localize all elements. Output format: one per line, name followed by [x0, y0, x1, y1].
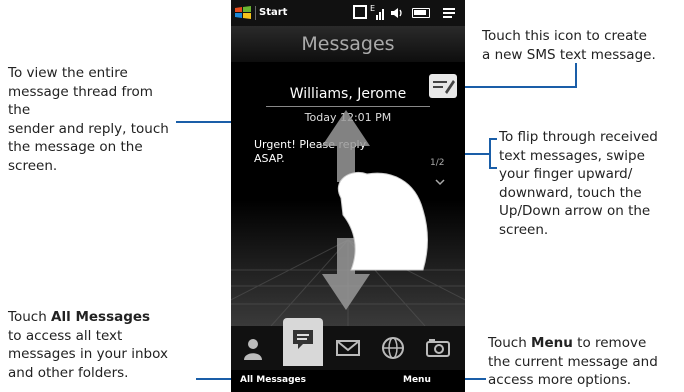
- leader-line: [489, 167, 497, 169]
- leader-line: [575, 63, 577, 88]
- compose-sms-icon[interactable]: [429, 74, 457, 98]
- callout-line: message thread from the: [8, 83, 153, 119]
- softkey-bar: All Messages Menu: [231, 370, 465, 392]
- callout-line: the current message and: [488, 353, 658, 370]
- callout-bold: All Messages: [51, 309, 151, 325]
- callout-line: messages in your inbox: [8, 346, 168, 362]
- callout-line: your finger upward/: [499, 166, 633, 182]
- callout-line: and other folders.: [8, 364, 129, 381]
- leader-line: [489, 138, 491, 169]
- callout-view-thread: To view the entire message thread from t…: [8, 64, 178, 175]
- photos-icon[interactable]: [425, 338, 451, 358]
- callout-line: To view the entire: [8, 65, 128, 81]
- callout-menu: Touch Menu to remove the current message…: [488, 334, 684, 390]
- callout-line: screen.: [8, 157, 58, 174]
- callout-line: sender and reply, touch: [8, 120, 169, 137]
- email-icon[interactable]: [335, 338, 361, 358]
- divider: [266, 106, 430, 107]
- page-title: Messages: [231, 26, 465, 62]
- sender-name: Williams, Jerome: [289, 86, 407, 102]
- callout-line: the message on the: [8, 139, 143, 155]
- callout-line: Up/Down arrow on the: [499, 203, 651, 219]
- callout-bold: Menu: [531, 335, 573, 351]
- callout-text: Touch: [488, 335, 532, 351]
- leader-line: [460, 86, 577, 88]
- menu-softkey[interactable]: Menu: [403, 375, 431, 385]
- callout-line: Touch this icon to create: [482, 28, 647, 44]
- data-connection-icon[interactable]: [353, 5, 367, 19]
- callout-line: text messages, swipe: [499, 147, 645, 164]
- people-icon[interactable]: [241, 336, 265, 360]
- volume-icon[interactable]: [389, 5, 405, 21]
- leader-line: [489, 138, 497, 140]
- swipe-gesture-illustration: [322, 110, 428, 310]
- callout-line: a new SMS text message.: [482, 46, 656, 63]
- callout-flip-messages: To flip through received text messages, …: [499, 128, 684, 239]
- callout-line: to access all text: [8, 327, 123, 344]
- callout-all-messages: Touch All Messages to access all text me…: [8, 308, 208, 382]
- callout-line: downward, touch the: [499, 184, 642, 201]
- windows-logo-icon[interactable]: [234, 5, 252, 21]
- callout-line: screen.: [499, 221, 549, 238]
- network-type-label: E: [370, 4, 375, 13]
- all-messages-softkey[interactable]: All Messages: [240, 375, 306, 385]
- chevron-down-icon[interactable]: [433, 172, 447, 186]
- battery-icon[interactable]: [412, 8, 430, 18]
- status-bar: Start E: [231, 0, 465, 26]
- messages-icon[interactable]: [283, 318, 323, 366]
- callout-line: access more options.: [488, 372, 632, 388]
- callout-line: To flip through received: [499, 129, 658, 145]
- menu-overflow-icon[interactable]: [442, 6, 456, 20]
- bottom-tab-bar: [231, 318, 465, 370]
- callout-text: Touch: [8, 309, 52, 325]
- callout-new-sms: Touch this icon to create a new SMS text…: [482, 27, 682, 64]
- taskbar-divider: [255, 6, 256, 20]
- message-body-line: ASAP.: [254, 152, 285, 165]
- callout-text: to remove: [572, 335, 647, 351]
- start-label[interactable]: Start: [259, 7, 287, 18]
- signal-icon[interactable]: E: [370, 3, 386, 21]
- internet-icon[interactable]: [381, 336, 405, 360]
- message-counter: 1/2: [430, 158, 445, 168]
- phone-screen: Start E Messages Williams, Jerome Today …: [231, 0, 465, 392]
